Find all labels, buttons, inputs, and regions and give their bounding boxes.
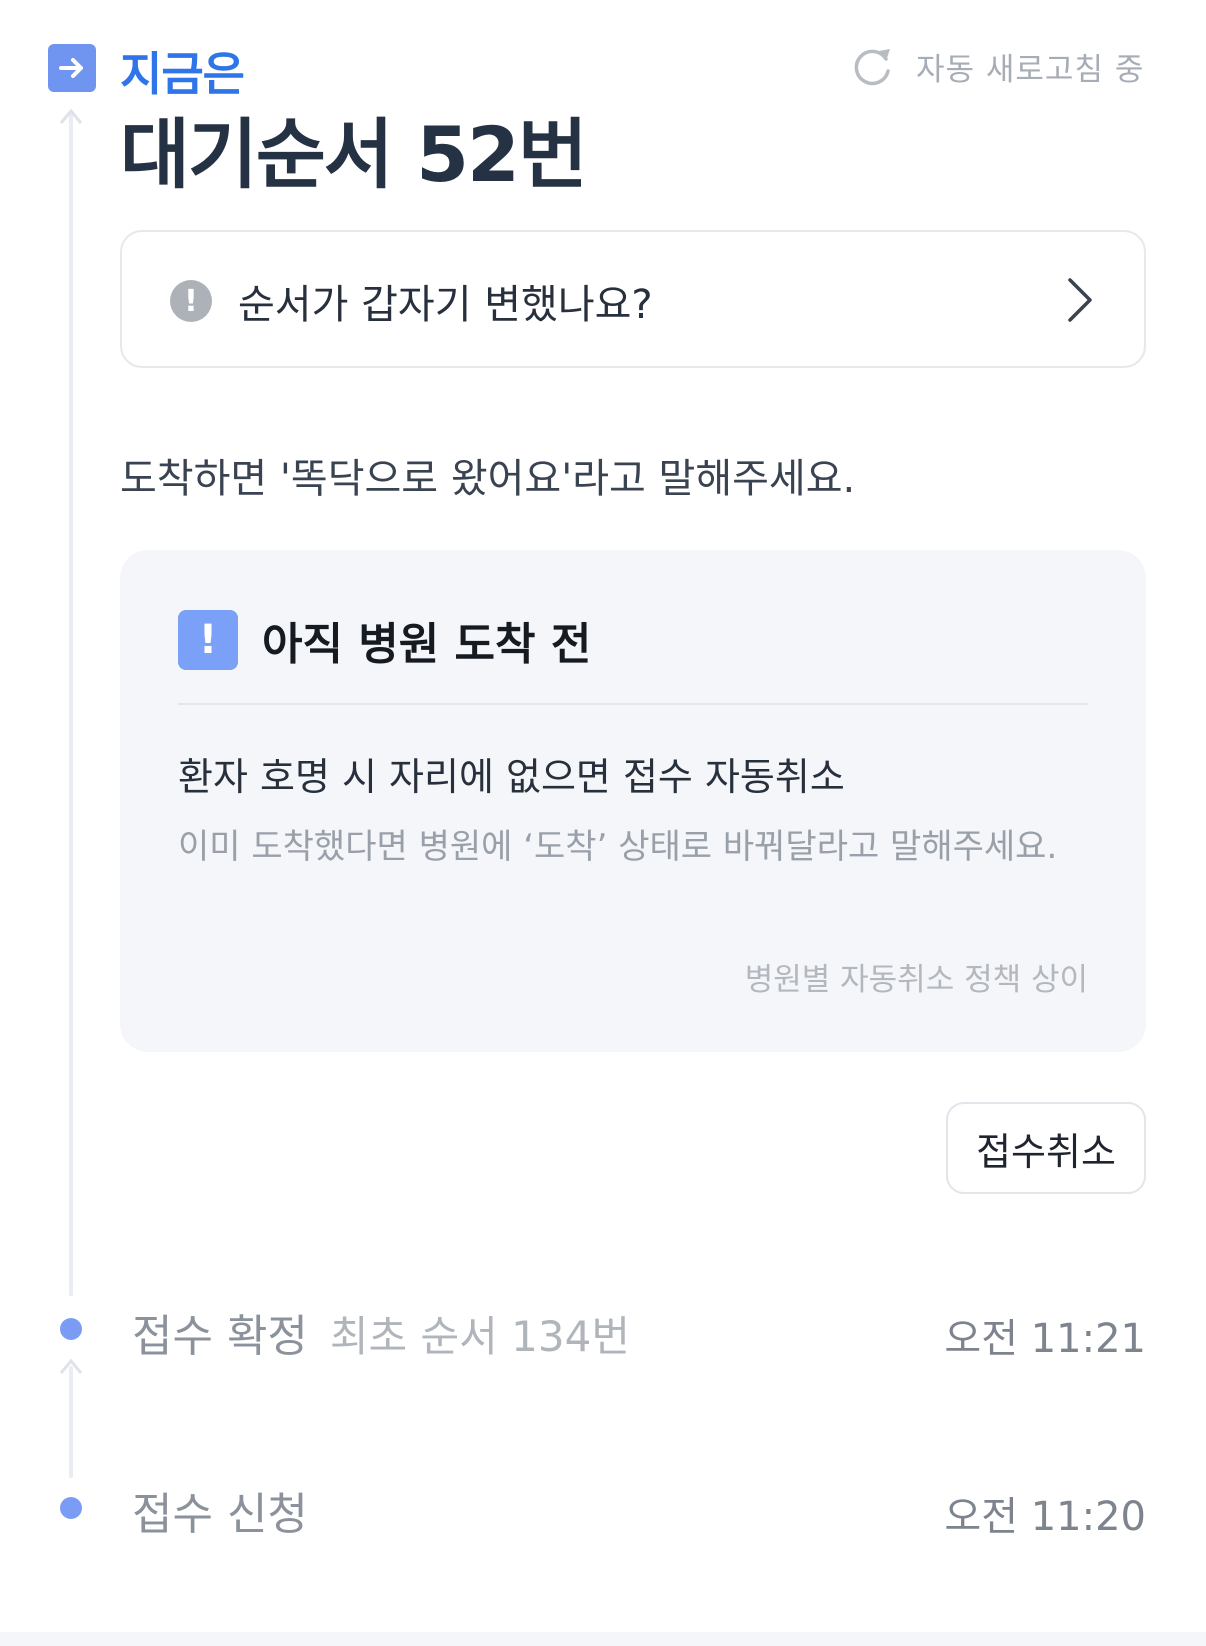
warning-description: 이미 도착했다면 병원에 ‘도착’ 상태로 바꿔달라고 말해주세요.: [178, 827, 1058, 867]
timeline-up-arrow-icon: [59, 1358, 83, 1374]
timeline-row: 접수 신청: [132, 1478, 308, 1542]
warning-divider: [178, 703, 1088, 705]
arrow-right-icon: [48, 44, 96, 92]
warning-title: 아직 병원 도착 전: [262, 619, 592, 670]
warning-headline: 환자 호명 시 자리에 없으면 접수 자동취소: [178, 755, 845, 799]
order-changed-card[interactable]: ! 순서가 갑자기 변했나요?: [120, 230, 1146, 368]
now-label: 지금은: [120, 47, 245, 101]
timeline-row: 접수 확정 최초 순서 134번: [132, 1300, 630, 1364]
refresh-icon: [854, 48, 890, 85]
chevron-right-icon: [1068, 278, 1092, 322]
exclamation-circle-icon: !: [170, 280, 212, 322]
timeline-dot: [60, 1318, 82, 1340]
timeline-label: 접수 확정: [132, 1311, 308, 1362]
bottom-divider: [0, 1632, 1206, 1646]
refresh-text: 자동 새로고침 중: [916, 52, 1145, 88]
auto-refresh-indicator[interactable]: 자동 새로고침 중: [850, 44, 1144, 89]
timeline-rail-bottom: [69, 1366, 73, 1478]
policy-note: 병원별 자동취소 정책 상이: [744, 962, 1088, 998]
exclamation-icon: !: [178, 610, 238, 670]
timeline-time: 오전 11:21: [944, 1316, 1146, 1362]
timeline-sub: 최초 순서 134번: [329, 1312, 630, 1361]
timeline-time: 오전 11:20: [944, 1494, 1146, 1540]
order-changed-text: 순서가 갑자기 변했나요?: [238, 282, 653, 328]
timeline-rail-top: [69, 112, 73, 1296]
not-arrived-warning: ! 아직 병원 도착 전 환자 호명 시 자리에 없으면 접수 자동취소 이미 …: [120, 550, 1146, 1052]
queue-title: 대기순서 52번: [120, 110, 588, 199]
timeline-up-arrow-icon: [59, 108, 83, 124]
cancel-reception-button[interactable]: 접수취소: [946, 1102, 1146, 1194]
timeline-label: 접수 신청: [132, 1489, 308, 1540]
timeline-dot: [60, 1497, 82, 1519]
arrival-note: 도착하면 '똑닥으로 왔어요'라고 말해주세요.: [120, 456, 856, 502]
